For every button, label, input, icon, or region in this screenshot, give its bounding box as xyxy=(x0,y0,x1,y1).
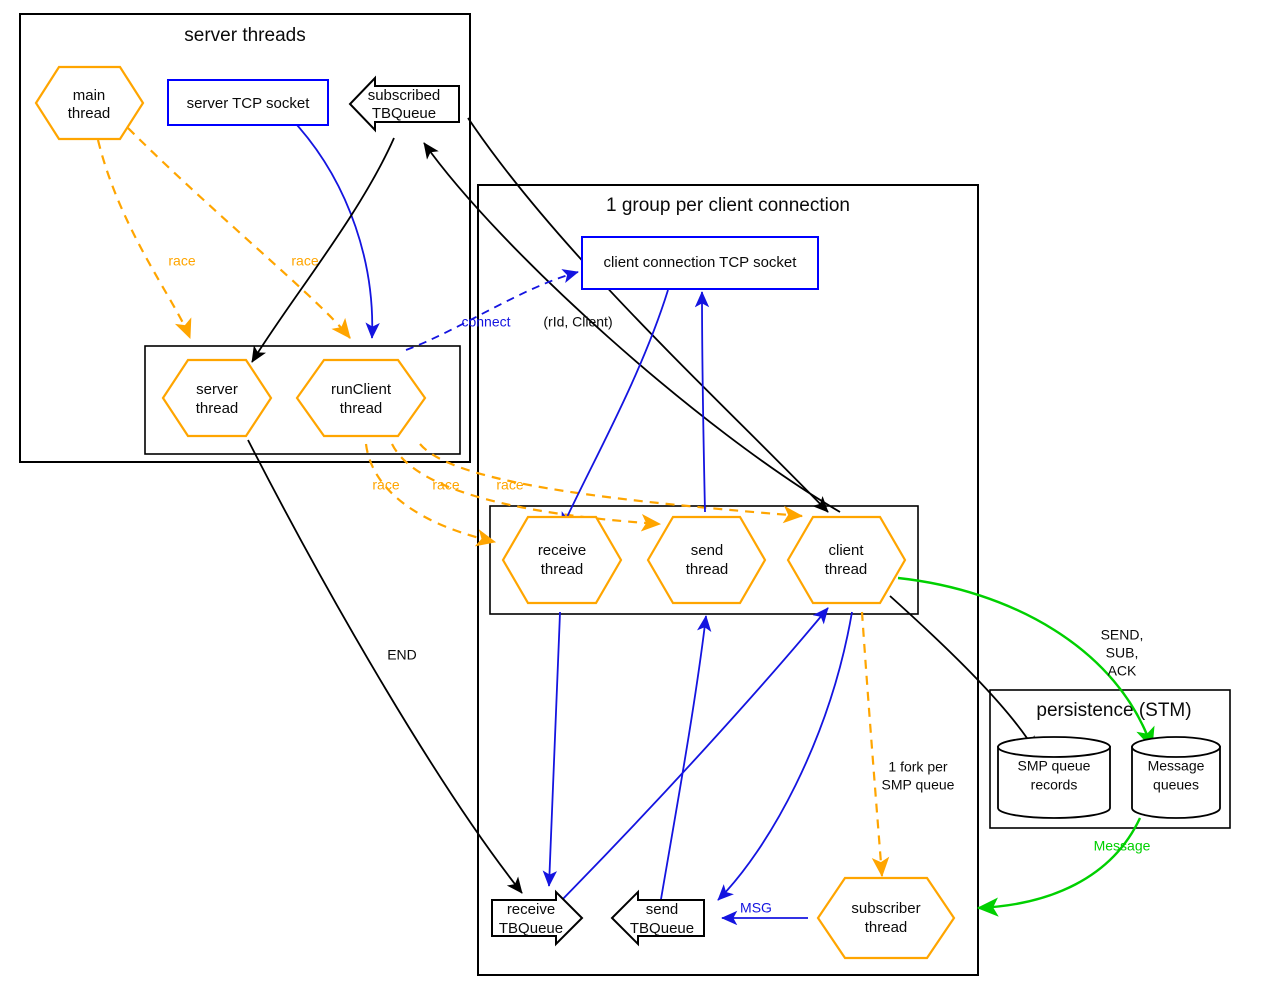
node-subscribed-tbqueue[interactable]: subscribed TBQueue xyxy=(348,75,460,133)
node-server-tcp-socket[interactable]: server TCP socket xyxy=(167,79,329,126)
edge-server-socket-to-runclient xyxy=(296,124,380,339)
edge-label-race-3: race xyxy=(372,477,399,493)
message-queues-label-line2: queues xyxy=(1153,777,1199,793)
run-client-thread-hexagon xyxy=(295,358,427,438)
message-queues-cylinder-top xyxy=(1131,736,1221,758)
send-thread-label-line1: send xyxy=(691,542,724,559)
node-server-thread[interactable]: server thread xyxy=(161,358,273,438)
edge-client-thread-to-send-queue xyxy=(717,611,853,901)
receive-thread-label-line2: thread xyxy=(541,561,584,578)
client-connection-group-title: 1 group per client connection xyxy=(606,195,850,216)
subscriber-thread-label-line1: subscriber xyxy=(851,900,920,917)
edge-label-race-1: race xyxy=(168,253,195,269)
edge-label-send-sub-ack-line3: ACK xyxy=(1108,663,1137,679)
edge-main-to-server-thread-race xyxy=(96,139,192,340)
send-thread-label-line2: thread xyxy=(686,561,729,578)
node-smp-queue-records[interactable]: SMP queue records xyxy=(997,736,1111,819)
receive-tbqueue-label-line2: TBQueue xyxy=(499,920,563,937)
architecture-diagram-svg: server threads 1 group per client connec… xyxy=(19,13,1231,976)
persistence-group-title: persistence (STM) xyxy=(1036,700,1191,721)
node-send-thread[interactable]: send thread xyxy=(646,515,767,605)
run-client-thread-label-line2: thread xyxy=(340,400,383,417)
edge-client-thread-to-subscriber-thread-fork xyxy=(860,611,890,878)
server-thread-label-line2: thread xyxy=(196,400,239,417)
node-run-client-thread[interactable]: runClient thread xyxy=(295,358,427,438)
edge-end-server-thread-to-receive-queue xyxy=(247,439,523,894)
edge-receive-thread-to-receive-queue xyxy=(542,611,561,887)
edge-label-connect: connect xyxy=(461,314,510,330)
smp-queue-records-label-line1: SMP queue xyxy=(1018,758,1091,774)
edge-label-race-2: race xyxy=(291,253,318,269)
node-main-thread[interactable]: main thread xyxy=(34,65,145,141)
client-thread-label-line1: client xyxy=(828,542,864,559)
edge-rid-client-to-client-thread xyxy=(467,117,829,513)
edge-label-send-sub-ack-line1: SEND, xyxy=(1101,627,1144,643)
smp-queue-records-cylinder-top xyxy=(997,736,1111,758)
main-thread-label-line1: main xyxy=(73,87,106,104)
edge-label-message: Message xyxy=(1094,838,1151,854)
edge-label-rid-client: (rId, Client) xyxy=(543,314,612,330)
node-client-connection-tcp-socket[interactable]: client connection TCP socket xyxy=(581,236,819,290)
edge-label-race-5: race xyxy=(496,477,523,493)
server-thread-hexagon xyxy=(161,358,273,438)
client-thread-label-line2: thread xyxy=(825,561,868,578)
edge-label-end: END xyxy=(387,647,417,663)
edge-connect-runclient-to-client-socket xyxy=(405,269,579,351)
node-message-queues[interactable]: Message queues xyxy=(1131,736,1221,819)
edge-label-race-4: race xyxy=(432,477,459,493)
edge-send-thread-to-client-socket xyxy=(694,291,710,513)
receive-tbqueue-label-line1: receive xyxy=(507,901,555,918)
server-tcp-socket-label: server TCP socket xyxy=(187,95,311,112)
client-connection-tcp-socket-label: client connection TCP socket xyxy=(604,254,798,271)
edge-main-to-runclient-thread-race xyxy=(127,127,351,339)
server-threads-group-title: server threads xyxy=(184,25,305,46)
subscribed-tbqueue-label-line1: subscribed xyxy=(368,87,441,104)
node-subscriber-thread[interactable]: subscriber thread xyxy=(816,876,956,960)
edge-send-queue-to-send-thread xyxy=(659,615,712,906)
edge-client-thread-to-smp-queue-records xyxy=(889,595,1037,753)
node-client-thread[interactable]: client thread xyxy=(786,515,907,605)
subscriber-thread-label-line2: thread xyxy=(865,919,908,936)
main-thread-label-line2: thread xyxy=(68,105,111,122)
edge-label-send-sub-ack-line2: SUB, xyxy=(1106,645,1139,661)
send-tbqueue-label-line2: TBQueue xyxy=(630,920,694,937)
node-send-tbqueue[interactable]: send TBQueue xyxy=(610,889,705,947)
edge-message-queues-to-subscriber-thread xyxy=(976,817,1142,917)
run-client-thread-label-line1: runClient xyxy=(331,381,392,398)
edge-label-msg: MSG xyxy=(740,900,772,916)
smp-queue-records-label-line2: records xyxy=(1031,777,1078,793)
edge-runclient-to-receive-thread-race xyxy=(364,443,497,547)
edge-receive-queue-to-client-thread xyxy=(555,607,829,907)
server-thread-label-line1: server xyxy=(196,381,238,398)
edge-label-fork-line1: 1 fork per xyxy=(888,759,947,775)
receive-thread-label-line1: receive xyxy=(538,542,586,559)
subscribed-tbqueue-label-line2: TBQueue xyxy=(372,105,436,122)
diagram-canvas: server threads 1 group per client connec… xyxy=(0,0,1266,1002)
send-tbqueue-label-line1: send xyxy=(646,901,679,918)
node-receive-thread[interactable]: receive thread xyxy=(501,515,623,605)
message-queues-label-line1: Message xyxy=(1148,758,1205,774)
node-receive-tbqueue[interactable]: receive TBQueue xyxy=(491,889,584,947)
edge-label-fork-line2: SMP queue xyxy=(882,777,955,793)
